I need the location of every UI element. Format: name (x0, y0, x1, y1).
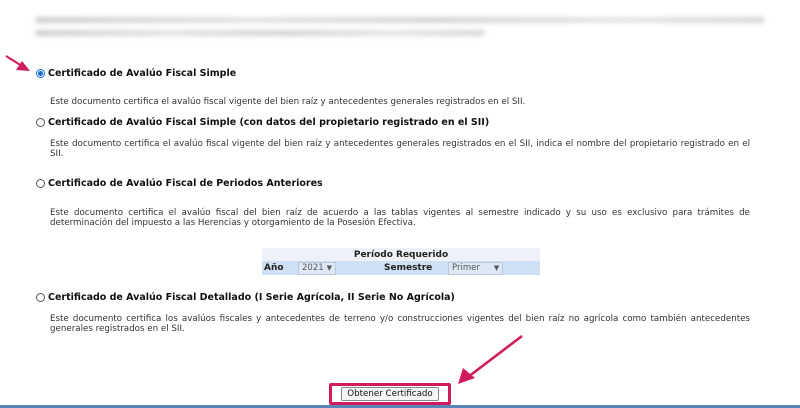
obtener-certificado-button[interactable]: Obtener Certificado (341, 387, 439, 401)
submit-highlight: Obtener Certificado (329, 383, 451, 405)
annotation-arrow-icon (458, 334, 523, 384)
